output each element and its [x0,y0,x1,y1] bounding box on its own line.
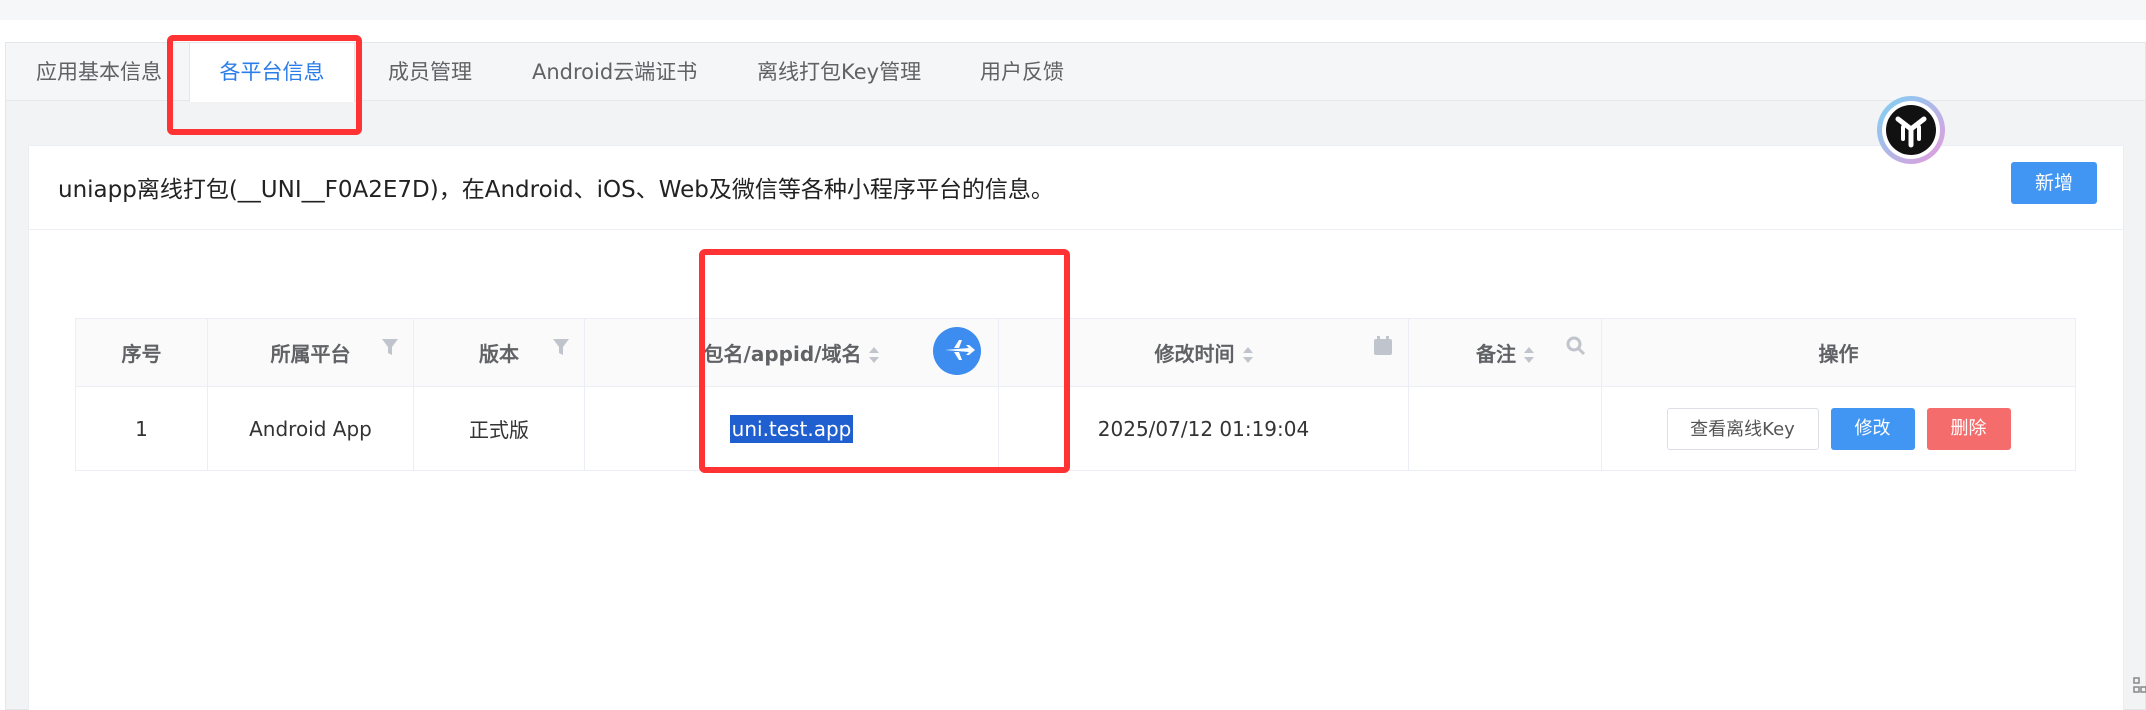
search-icon[interactable] [1565,335,1587,357]
filter-icon[interactable] [552,337,570,357]
table-header-row: 序号 所属平台 版本 包名/appid/域名 修改时间 备注 操作 [75,318,2076,387]
cell-version: 正式版 [413,386,585,471]
header-index: 序号 [75,318,208,387]
panel-header: uniapp离线打包(__UNI__F0A2E7D)，在Android、iOS、… [29,146,2123,230]
annotation-box-tab [167,35,362,135]
platform-panel: uniapp离线打包(__UNI__F0A2E7D)，在Android、iOS、… [28,145,2124,710]
tab-basic-info[interactable]: 应用基本信息 [36,43,162,101]
view-offline-key-button[interactable]: 查看离线Key [1666,407,1819,450]
annotation-box-package [699,249,1070,473]
assistant-logo-icon[interactable] [1874,93,1948,167]
cell-index: 1 [75,386,208,471]
app-shell: 应用基本信息 各平台信息 成员管理 Android云端证书 离线打包Key管理 … [5,42,2146,710]
header-note[interactable]: 备注 [1408,318,1602,387]
sort-icon[interactable] [1242,346,1253,365]
delete-button[interactable]: 删除 [1926,407,2011,450]
platform-table: 序号 所属平台 版本 包名/appid/域名 修改时间 备注 操作 1 Andr… [75,318,2076,471]
cell-note [1408,386,1602,471]
tab-member-management[interactable]: 成员管理 [388,43,472,101]
cell-platform: Android App [207,386,414,471]
cell-actions: 查看离线Key 修改 删除 [1601,386,2076,471]
resize-grip-icon[interactable] [2132,676,2146,706]
calendar-icon[interactable] [1372,335,1394,357]
filter-icon[interactable] [381,337,399,357]
top-strip [0,0,2146,20]
sort-icon[interactable] [1524,346,1534,365]
header-actions: 操作 [1601,318,2076,387]
tab-android-cloud-cert[interactable]: Android云端证书 [532,43,697,101]
header-version: 版本 [413,318,585,387]
tab-offline-key-management[interactable]: 离线打包Key管理 [757,43,921,101]
table-row: 1 Android App 正式版 uni.test.app 2025/07/1… [75,386,2076,471]
tab-user-feedback[interactable]: 用户反馈 [980,43,1064,101]
add-button[interactable]: 新增 [2011,162,2097,204]
edit-button[interactable]: 修改 [1830,407,1915,450]
airplane-icon[interactable] [932,326,982,376]
header-platform: 所属平台 [207,318,414,387]
panel-title: uniapp离线打包(__UNI__F0A2E7D)，在Android、iOS、… [58,177,1054,203]
